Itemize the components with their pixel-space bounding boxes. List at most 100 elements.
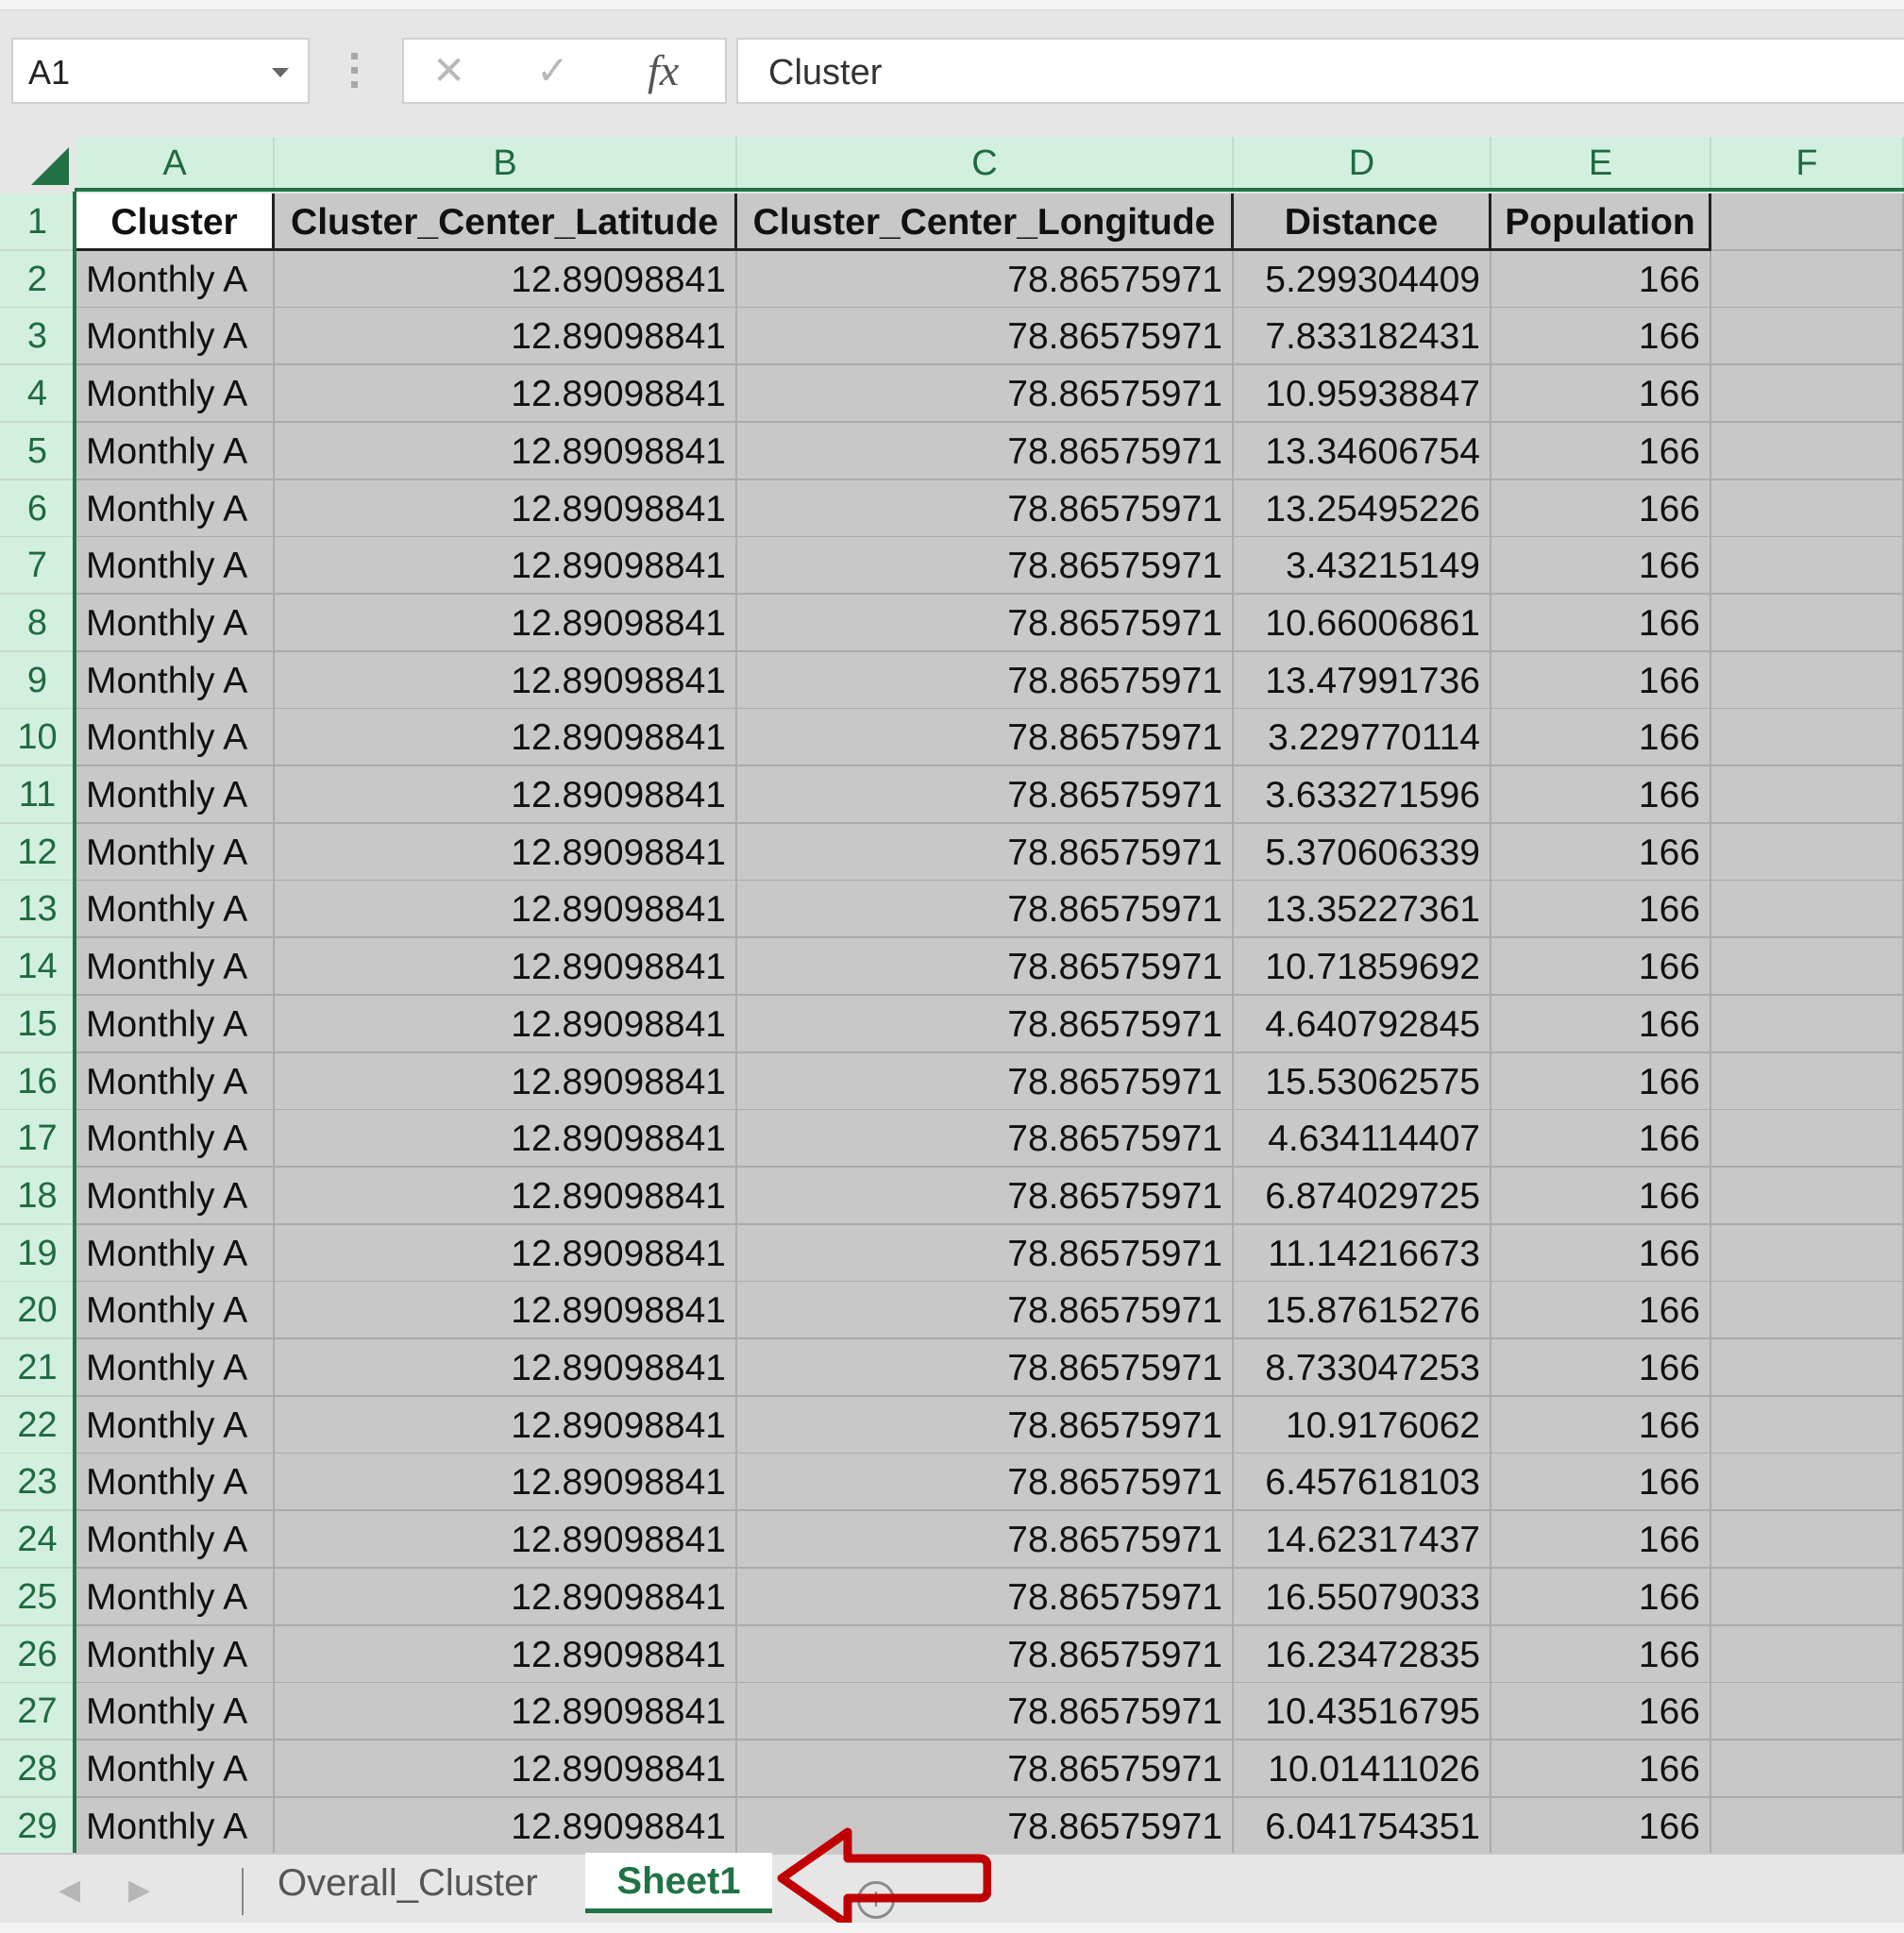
name-box[interactable]: A1 <box>11 38 310 104</box>
data-cell[interactable]: 78.86575971 <box>737 1339 1234 1397</box>
data-cell[interactable]: 166 <box>1491 1339 1711 1397</box>
data-cell[interactable]: 12.89098841 <box>275 1511 737 1569</box>
row-header[interactable]: 14 <box>0 938 75 996</box>
data-cell[interactable]: 78.86575971 <box>737 1626 1234 1684</box>
row-header[interactable]: 2 <box>0 251 75 309</box>
row-header[interactable]: 20 <box>0 1282 75 1339</box>
cell-a1-active[interactable]: Cluster <box>76 193 275 251</box>
data-cell[interactable]: Monthly A <box>76 881 275 938</box>
data-cell[interactable]: 78.86575971 <box>737 938 1234 996</box>
data-cell[interactable]: 166 <box>1491 1454 1711 1511</box>
data-cell[interactable]: 12.89098841 <box>275 996 737 1053</box>
empty-cell[interactable] <box>1711 1225 1904 1283</box>
row-header[interactable]: 4 <box>0 365 75 423</box>
tab-scroll-left-icon[interactable]: ◀ <box>59 1874 80 1907</box>
empty-cell[interactable] <box>1711 938 1904 996</box>
data-cell[interactable]: 166 <box>1491 1569 1711 1626</box>
data-cell[interactable]: 8.733047253 <box>1234 1339 1491 1397</box>
data-cell[interactable]: 78.86575971 <box>737 1740 1234 1798</box>
row-header[interactable]: 15 <box>0 996 75 1053</box>
empty-cell[interactable] <box>1711 1053 1904 1111</box>
data-cell[interactable]: 78.86575971 <box>737 1683 1234 1740</box>
data-cell[interactable]: 166 <box>1491 251 1711 309</box>
data-cell[interactable]: 78.86575971 <box>737 824 1234 882</box>
data-cell[interactable]: Monthly A <box>76 251 275 309</box>
data-cell[interactable]: 78.86575971 <box>737 881 1234 938</box>
data-cell[interactable]: Monthly A <box>76 1740 275 1798</box>
data-cell[interactable]: 78.86575971 <box>737 766 1234 824</box>
data-cell[interactable]: 4.634114407 <box>1234 1110 1491 1168</box>
empty-cell[interactable] <box>1711 1282 1904 1339</box>
data-cell[interactable]: 166 <box>1491 1053 1711 1111</box>
data-cell[interactable]: Monthly A <box>76 365 275 423</box>
empty-cell[interactable] <box>1711 365 1904 423</box>
empty-cell[interactable] <box>1711 996 1904 1053</box>
column-header-a[interactable]: A <box>76 137 275 191</box>
data-cell[interactable]: 4.640792845 <box>1234 996 1491 1053</box>
data-cell[interactable]: 166 <box>1491 1168 1711 1225</box>
data-cell[interactable]: 166 <box>1491 652 1711 710</box>
data-cell[interactable]: 166 <box>1491 537 1711 595</box>
row-header[interactable]: 8 <box>0 595 75 652</box>
data-cell[interactable]: Monthly A <box>76 308 275 365</box>
data-cell[interactable]: 78.86575971 <box>737 308 1234 365</box>
data-cell[interactable]: 78.86575971 <box>737 1225 1234 1283</box>
row-header[interactable]: 1 <box>0 193 75 251</box>
column-header-e[interactable]: E <box>1491 137 1711 191</box>
row-header[interactable]: 23 <box>0 1454 75 1511</box>
data-cell[interactable]: 166 <box>1491 1626 1711 1684</box>
sheet-tab-overall-cluster[interactable]: Overall_Cluster <box>255 1855 561 1911</box>
data-cell[interactable]: 15.87615276 <box>1234 1282 1491 1339</box>
header-cell[interactable]: Cluster_Center_Latitude <box>275 193 737 251</box>
data-cell[interactable]: 6.457618103 <box>1234 1454 1491 1511</box>
empty-cell[interactable] <box>1711 1626 1904 1684</box>
data-cell[interactable]: 3.633271596 <box>1234 766 1491 824</box>
row-header[interactable]: 12 <box>0 824 75 882</box>
data-cell[interactable]: 6.874029725 <box>1234 1168 1491 1225</box>
row-header[interactable]: 28 <box>0 1740 75 1798</box>
row-header[interactable]: 3 <box>0 308 75 365</box>
empty-cell[interactable] <box>1711 537 1904 595</box>
empty-cell[interactable] <box>1711 1168 1904 1225</box>
empty-cell[interactable] <box>1711 308 1904 365</box>
empty-cell[interactable] <box>1711 1454 1904 1511</box>
data-cell[interactable]: 12.89098841 <box>275 480 737 538</box>
data-cell[interactable]: 78.86575971 <box>737 365 1234 423</box>
drag-handle-icon[interactable] <box>351 53 359 89</box>
data-cell[interactable]: Monthly A <box>76 652 275 710</box>
data-cell[interactable]: 10.01411026 <box>1234 1740 1491 1798</box>
data-cell[interactable]: 12.89098841 <box>275 1798 737 1856</box>
data-cell[interactable]: 3.229770114 <box>1234 709 1491 766</box>
data-cell[interactable]: 78.86575971 <box>737 709 1234 766</box>
data-cell[interactable]: 12.89098841 <box>275 824 737 882</box>
data-cell[interactable]: 13.34606754 <box>1234 423 1491 480</box>
insert-function-icon[interactable]: fx <box>648 45 679 95</box>
data-cell[interactable]: 12.89098841 <box>275 1454 737 1511</box>
data-cell[interactable]: 166 <box>1491 595 1711 652</box>
data-cell[interactable]: Monthly A <box>76 423 275 480</box>
data-cell[interactable]: Monthly A <box>76 537 275 595</box>
data-cell[interactable]: 78.86575971 <box>737 1397 1234 1454</box>
data-cell[interactable]: 10.9176062 <box>1234 1397 1491 1454</box>
data-cell[interactable]: Monthly A <box>76 938 275 996</box>
header-cell[interactable]: Distance <box>1234 193 1491 251</box>
data-cell[interactable]: 78.86575971 <box>737 1569 1234 1626</box>
data-cell[interactable]: 11.14216673 <box>1234 1225 1491 1283</box>
data-cell[interactable]: 166 <box>1491 1110 1711 1168</box>
data-cell[interactable]: 166 <box>1491 824 1711 882</box>
data-cell[interactable]: Monthly A <box>76 996 275 1053</box>
data-cell[interactable]: Monthly A <box>76 1168 275 1225</box>
row-header[interactable]: 16 <box>0 1053 75 1111</box>
empty-cell[interactable] <box>1711 251 1904 309</box>
row-header[interactable]: 18 <box>0 1168 75 1225</box>
data-cell[interactable]: 12.89098841 <box>275 423 737 480</box>
data-cell[interactable]: 12.89098841 <box>275 1110 737 1168</box>
data-cell[interactable]: 78.86575971 <box>737 1511 1234 1569</box>
row-header[interactable]: 11 <box>0 766 75 824</box>
data-cell[interactable]: Monthly A <box>76 1397 275 1454</box>
row-header[interactable]: 27 <box>0 1683 75 1740</box>
data-cell[interactable]: 78.86575971 <box>737 251 1234 309</box>
data-cell[interactable]: 166 <box>1491 365 1711 423</box>
column-header-c[interactable]: C <box>737 137 1234 191</box>
column-header-f[interactable]: F <box>1711 137 1904 191</box>
